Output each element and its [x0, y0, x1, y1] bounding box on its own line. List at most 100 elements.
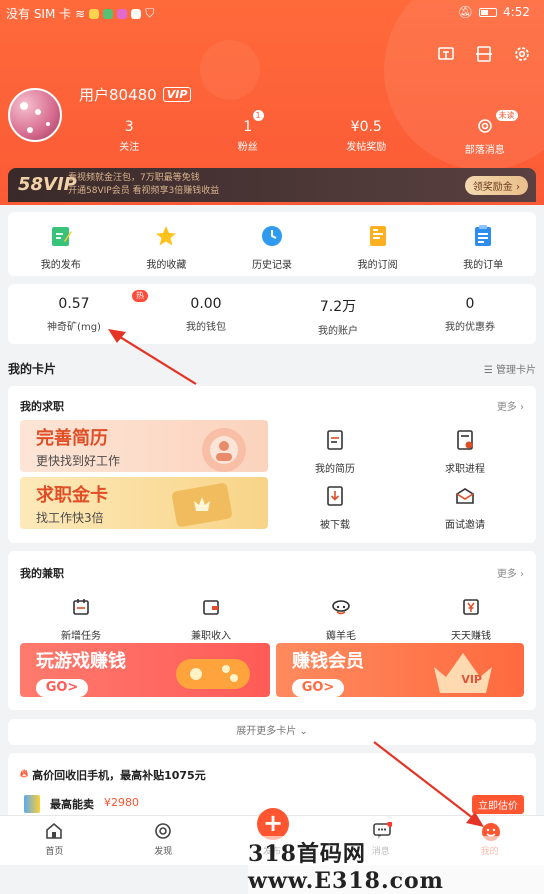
vip-promo-line: 开通58VIP会员 看视频享3倍赚钱收益: [68, 185, 219, 198]
stat-following[interactable]: 3 关注: [70, 118, 189, 156]
count-badge: 1: [253, 110, 264, 121]
subscribe-icon: [366, 224, 390, 248]
parttime-new-task[interactable]: 新增任务: [16, 595, 146, 642]
stat-value: 1: [189, 118, 308, 136]
account-label: 我的账户: [272, 322, 404, 337]
avatar[interactable]: [8, 88, 62, 142]
card-title: 我的兼职: [20, 565, 64, 581]
parttime-deals[interactable]: 薅羊毛: [276, 595, 406, 642]
order-icon: [471, 224, 495, 248]
profile-header: 没有 SIM 卡 ≋ ⛉ 🔕︎ 4:52 用户80480 VIP: [0, 0, 544, 205]
stat-label: 关注: [70, 138, 189, 153]
app-notify-icon: [103, 9, 113, 19]
account-balance[interactable]: 7.2万 我的账户: [272, 296, 404, 337]
job-item-label: 求职进程: [400, 460, 530, 475]
banner-subtitle: 更快找到好工作: [36, 452, 120, 469]
gear-icon[interactable]: [512, 44, 532, 64]
interview-icon: [453, 484, 477, 508]
game-earn-banner[interactable]: 玩游戏赚钱 GO>: [20, 643, 270, 697]
banner-title: 完善简历: [36, 424, 108, 450]
stat-label: 粉丝: [189, 138, 308, 153]
tab-label: 首页: [0, 844, 109, 857]
claim-reward-button[interactable]: 领奖励金 ›: [465, 176, 528, 195]
download-icon: [323, 484, 347, 508]
expand-more-cards[interactable]: 展开更多卡片 ⌄: [8, 719, 536, 745]
parttime-income[interactable]: 兼职收入: [146, 595, 276, 642]
job-card: 我的求职 更多 › 完善简历 更快找到好工作 求职金卡 找工作快3倍 我的简历 …: [8, 386, 536, 543]
go-button[interactable]: GO>: [292, 679, 344, 697]
gamepad-icon: [170, 651, 256, 693]
qrcode-scan-icon[interactable]: [474, 44, 494, 64]
promo-item: 最高能卖: [50, 796, 94, 812]
quick-subscriptions[interactable]: 我的订阅: [325, 224, 431, 271]
earn-member-banner[interactable]: 赚钱会员 GO> VIP: [276, 643, 524, 697]
publish-icon: [49, 224, 73, 248]
gold-card-banner[interactable]: 求职金卡 找工作快3倍: [20, 477, 268, 529]
resume-icon: [323, 428, 347, 452]
account-mine[interactable]: 0.57 神奇矿(mg): [8, 296, 140, 337]
quick-actions-card: 我的发布 我的收藏 历史记录 我的订阅 我的订单: [8, 212, 536, 276]
banner-subtitle: 找工作快3倍: [36, 509, 104, 526]
discover-icon: [154, 822, 172, 840]
job-item-label: 被下载: [270, 516, 400, 531]
go-button[interactable]: GO>: [36, 679, 88, 697]
hot-badge: 热: [132, 290, 148, 302]
job-downloaded[interactable]: 被下载: [270, 484, 400, 531]
quick-my-favorites[interactable]: 我的收藏: [114, 224, 220, 271]
username-row[interactable]: 用户80480 VIP: [79, 84, 191, 105]
job-item-label: 我的简历: [270, 460, 400, 475]
quick-label: 我的订阅: [325, 256, 431, 271]
estimate-button[interactable]: 立即估价: [472, 795, 524, 814]
calendar-icon: [69, 595, 93, 619]
tab-home[interactable]: 首页: [0, 816, 109, 865]
stat-tribe-messages[interactable]: 部落消息 未读: [426, 118, 544, 156]
stat-value: ¥0.5: [307, 118, 426, 136]
scan-card-icon[interactable]: [436, 44, 456, 64]
parttime-daily-earn[interactable]: 天天赚钱: [406, 595, 536, 642]
vip-badge[interactable]: VIP: [163, 87, 192, 102]
tab-discover[interactable]: 发现: [109, 816, 218, 865]
resume-illustration-icon: [194, 426, 254, 472]
parttime-label: 天天赚钱: [406, 627, 536, 642]
app-notify-icon: [117, 9, 127, 19]
quick-orders[interactable]: 我的订单: [430, 224, 536, 271]
username: 用户80480: [79, 84, 157, 105]
manage-cards-button[interactable]: ☰ 管理卡片: [484, 361, 536, 376]
vip-promo-bar[interactable]: 58VIP 看视频就金汪包，7万职最等免钱 开通58VIP会员 看视频享3倍赚钱…: [8, 168, 536, 202]
stat-value: 3: [70, 118, 189, 136]
job-my-resume[interactable]: 我的简历: [270, 428, 400, 475]
card-title: 我的求职: [20, 398, 64, 414]
job-progress[interactable]: 求职进程: [400, 428, 530, 475]
quick-label: 我的收藏: [114, 256, 220, 271]
quick-label: 我的订单: [430, 256, 536, 271]
parttime-label: 兼职收入: [146, 627, 276, 642]
stat-post-reward[interactable]: ¥0.5 发帖奖励: [307, 118, 426, 156]
promo-title-row: 🔥︎ 高价回收旧手机，最高补贴1075元: [20, 767, 206, 783]
mute-icon: 🔕︎: [458, 5, 473, 19]
parttime-card: 我的兼职 更多 › 新增任务 兼职收入 薅羊毛 天天赚钱 玩游戏赚钱 GO> 赚…: [8, 551, 536, 710]
stat-fans[interactable]: 1 粉丝 1: [189, 118, 308, 156]
more-link[interactable]: 更多 ›: [497, 398, 524, 413]
banner-title: 求职金卡: [36, 481, 108, 507]
account-coupons[interactable]: 0 我的优惠券: [404, 296, 536, 337]
fire-icon: 🔥︎: [20, 767, 28, 783]
resume-banner[interactable]: 完善简历 更快找到好工作: [20, 420, 268, 472]
gold-card-icon: [168, 483, 238, 527]
quick-history[interactable]: 历史记录: [219, 224, 325, 271]
yen-icon: [459, 595, 483, 619]
more-link[interactable]: 更多 ›: [497, 565, 524, 580]
clock-time: 4:52: [503, 5, 530, 19]
account-wallet[interactable]: 0.00 我的钱包: [140, 296, 272, 337]
account-value: 0.00: [140, 296, 272, 312]
banner-title: 赚钱会员: [292, 647, 364, 673]
quick-label: 历史记录: [219, 256, 325, 271]
job-interviews[interactable]: 面试邀请: [400, 484, 530, 531]
shield-icon: ⛉: [145, 6, 154, 21]
banner-title: 玩游戏赚钱: [36, 647, 126, 673]
sheep-icon: [329, 595, 353, 619]
cards-section-title: 我的卡片: [8, 360, 56, 377]
progress-icon: [453, 428, 477, 452]
quick-my-publish[interactable]: 我的发布: [8, 224, 114, 271]
status-bar: 没有 SIM 卡 ≋ ⛉ 🔕︎ 4:52: [0, 0, 544, 26]
promo-title: 高价回收旧手机，最高补贴1075元: [32, 767, 206, 783]
